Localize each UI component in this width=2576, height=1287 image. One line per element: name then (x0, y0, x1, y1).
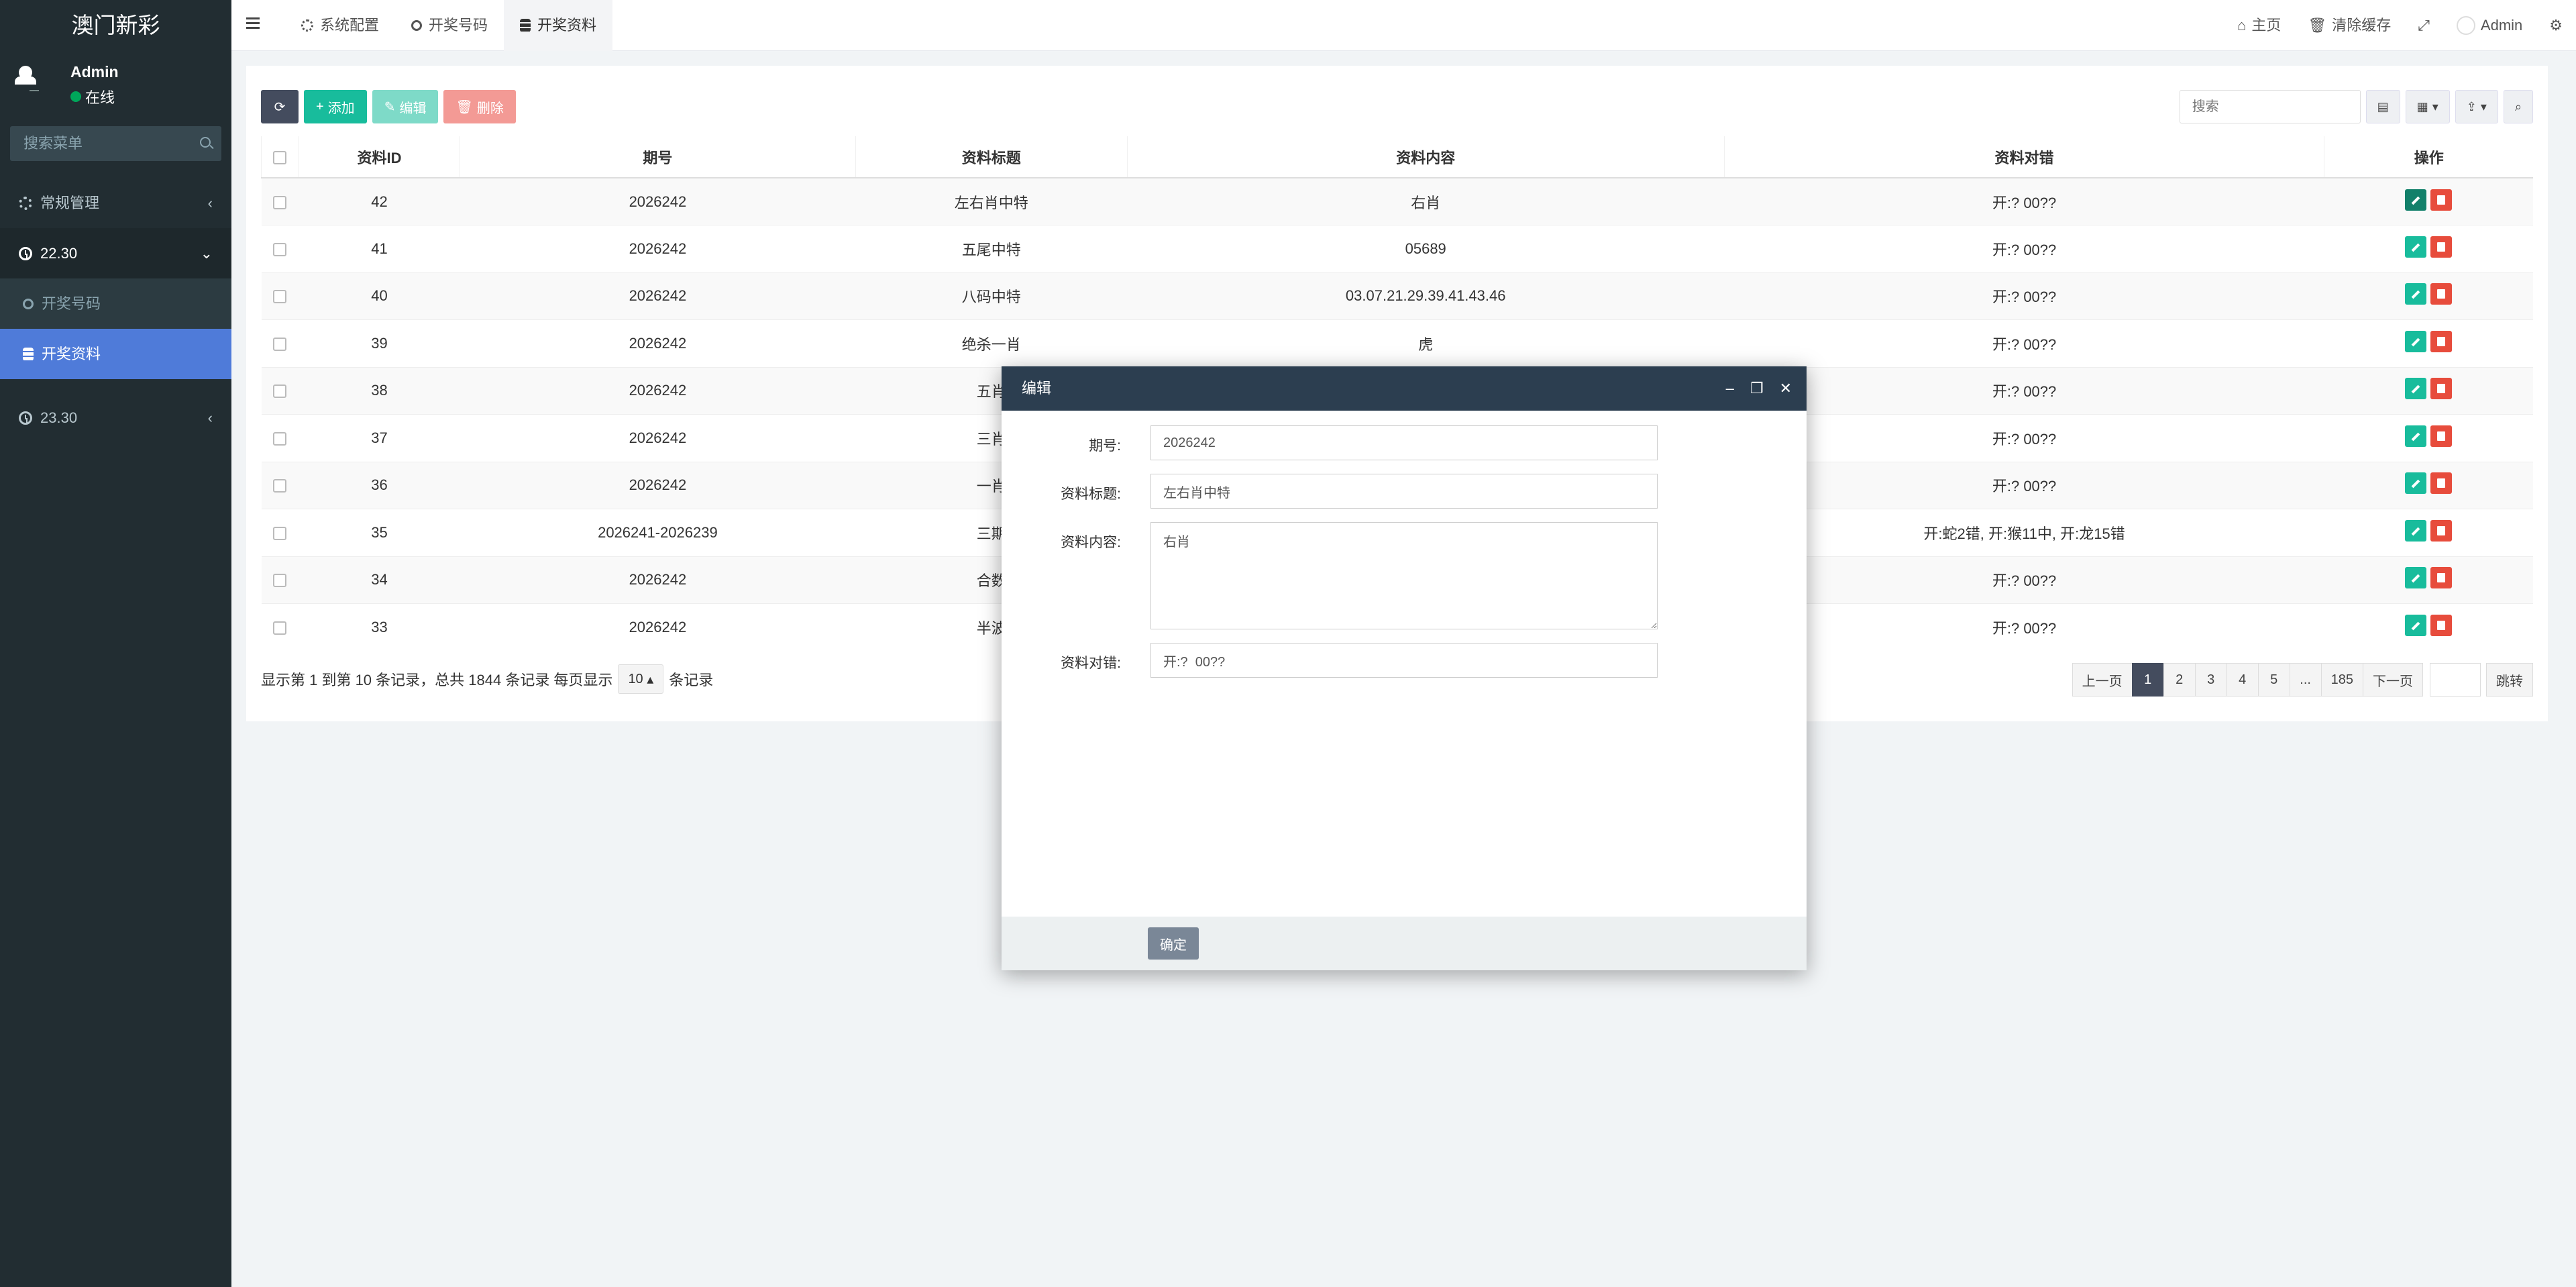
form-row-content: 资料内容: 右肖 (1002, 522, 1807, 629)
form-row-issue: 期号: (1002, 425, 1807, 460)
close-icon[interactable]: ✕ (1780, 366, 1792, 411)
maximize-icon[interactable]: ❐ (1750, 366, 1764, 411)
modal-body: 期号: 资料标题: 资料内容: 右肖 资料对错: (1002, 411, 1807, 921)
content-label: 资料内容: (1061, 535, 1121, 550)
modal-controls: – ❐ ✕ (1726, 366, 1792, 411)
content-textarea[interactable]: 右肖 (1150, 522, 1658, 629)
form-row-result: 资料对错: (1002, 643, 1807, 678)
modal-footer: 确定 (1002, 917, 1807, 970)
minimize-icon[interactable]: – (1726, 366, 1734, 411)
issue-input[interactable] (1150, 425, 1658, 460)
issue-label: 期号: (1089, 438, 1121, 454)
form-row-title: 资料标题: (1002, 474, 1807, 509)
title-label: 资料标题: (1061, 486, 1121, 502)
edit-modal: 编辑 – ❐ ✕ 期号: 资料标题: 资料内容: 右肖 资料对错: 确定 (1002, 366, 1807, 970)
confirm-button[interactable]: 确定 (1148, 927, 1199, 960)
result-label: 资料对错: (1061, 656, 1121, 671)
result-input[interactable] (1150, 643, 1658, 678)
modal-title: 编辑 (1022, 380, 1052, 397)
modal-header[interactable]: 编辑 – ❐ ✕ (1002, 366, 1807, 411)
title-input[interactable] (1150, 474, 1658, 509)
